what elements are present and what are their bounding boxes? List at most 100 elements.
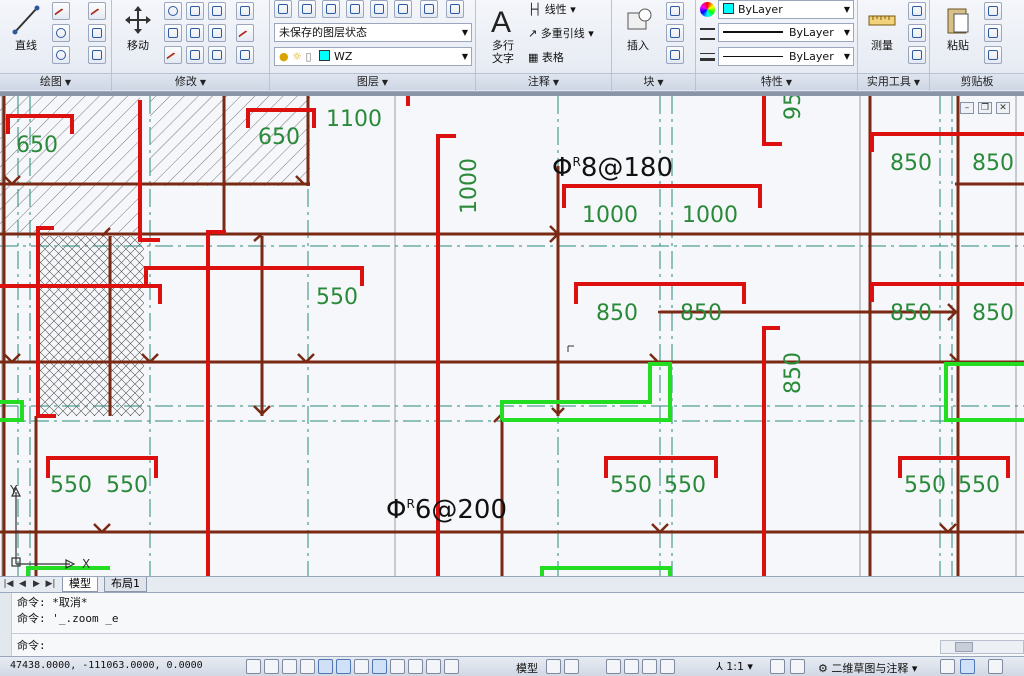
lineweight-dropdown[interactable]: ByLayer ▼ <box>718 47 854 66</box>
layer-walk-icon[interactable] <box>446 0 464 18</box>
circle-icon[interactable] <box>52 24 70 42</box>
move-button[interactable]: 移动 <box>116 2 160 70</box>
id-point-icon[interactable] <box>908 24 926 42</box>
command-scrollbar[interactable] <box>940 640 1024 654</box>
fillet-icon[interactable] <box>186 24 204 42</box>
drawing-viewport[interactable]: 650 650 1100 1000 95 850 850 1000 1000 5… <box>0 92 1024 576</box>
calculator-icon[interactable] <box>908 46 926 64</box>
first-tab-icon[interactable]: |◀ <box>2 578 15 591</box>
layer-match-icon[interactable] <box>298 0 316 18</box>
command-prompt[interactable]: 命令: <box>17 637 46 653</box>
color-dropdown[interactable]: ByLayer ▼ <box>718 0 854 19</box>
layer-state-dropdown[interactable]: 未保存的图层状态 ▼ <box>274 23 472 42</box>
properties-panel-title[interactable]: 特性 ▼ <box>696 73 857 90</box>
create-block-icon[interactable] <box>666 2 684 20</box>
hatch-icon[interactable] <box>88 46 106 64</box>
layer-isolate-icon[interactable] <box>346 0 364 18</box>
copy-icon[interactable] <box>236 2 254 20</box>
3d-osnap-icon[interactable] <box>354 659 369 674</box>
workspace-switch[interactable]: ⚙ 二维草图与注释 ▾ <box>818 660 917 676</box>
layer-lock-icon[interactable] <box>420 0 438 18</box>
autocad-window: 直线 绘图 ▼ 移动 修改 ▼ 未保存的图层状态 ▼ ● ☼ ▯ WZ ▼ 图层… <box>0 0 1024 676</box>
block-panel-title[interactable]: 块 ▼ <box>612 73 695 90</box>
layer-previous-icon[interactable] <box>322 0 340 18</box>
mtext-button[interactable]: A 多行 文字 <box>480 2 526 70</box>
showmotion-icon[interactable] <box>660 659 675 674</box>
model-space-button[interactable]: 模型 <box>516 660 538 676</box>
pan-icon[interactable] <box>606 659 621 674</box>
linetype-icon[interactable] <box>700 28 715 40</box>
grid-display-icon[interactable] <box>282 659 297 674</box>
rotate-icon[interactable] <box>164 2 182 20</box>
annotation-panel-title[interactable]: 注释 ▼ <box>476 73 611 90</box>
quick-select-icon[interactable] <box>908 2 926 20</box>
erase-icon[interactable] <box>208 2 226 20</box>
extend-icon[interactable] <box>236 24 254 44</box>
hardware-acceleration-icon[interactable] <box>960 659 975 674</box>
layers-panel-title[interactable]: 图层 ▼ <box>270 73 475 90</box>
color-wheel-icon[interactable] <box>700 2 715 17</box>
rectangle-icon[interactable] <box>88 24 106 42</box>
lineweight-icon[interactable] <box>700 53 715 61</box>
measure-button[interactable]: 测量 <box>860 2 904 70</box>
edit-attributes-icon[interactable] <box>666 46 684 64</box>
mleader-button[interactable]: ↗ 多重引线 ▾ <box>528 25 594 41</box>
utilities-panel-title[interactable]: 实用工具 ▼ <box>858 73 929 90</box>
linetype-dropdown[interactable]: ByLayer ▼ <box>718 23 854 42</box>
scale-icon[interactable] <box>186 46 204 64</box>
viewport-minimize-button[interactable]: – <box>960 102 974 114</box>
annotation-scale[interactable]: ⅄ 1:1 ▾ <box>716 660 753 673</box>
toolbar-lock-icon[interactable] <box>940 659 955 674</box>
match-properties-icon[interactable] <box>984 46 1002 64</box>
line-button[interactable]: 直线 <box>4 2 48 70</box>
array-icon[interactable] <box>208 46 226 64</box>
next-tab-icon[interactable]: ▶ <box>30 578 43 591</box>
quick-properties-icon[interactable] <box>444 659 459 674</box>
status-menu-icon[interactable] <box>988 659 1003 674</box>
object-snap-icon[interactable] <box>336 659 351 674</box>
copy-clip-icon[interactable] <box>984 24 1002 42</box>
annotation-visibility-icon[interactable] <box>770 659 785 674</box>
dynamic-ucs-icon[interactable] <box>390 659 405 674</box>
clipboard-panel-title[interactable]: 剪贴板 <box>930 73 1024 90</box>
quick-view-drawings-icon[interactable] <box>564 659 579 674</box>
trim-icon[interactable] <box>186 2 204 20</box>
object-snap-tracking-icon[interactable] <box>372 659 387 674</box>
quick-view-layouts-icon[interactable] <box>546 659 561 674</box>
tab-model[interactable]: 模型 <box>62 577 98 592</box>
offset-icon[interactable] <box>236 46 254 64</box>
explode-icon[interactable] <box>208 24 226 42</box>
auto-scale-icon[interactable] <box>790 659 805 674</box>
mirror-icon[interactable] <box>164 24 182 42</box>
layer-freeze-icon[interactable] <box>394 0 412 18</box>
ellipse-icon[interactable] <box>52 46 70 64</box>
table-button[interactable]: ▦ 表格 <box>528 49 564 65</box>
steering-wheel-icon[interactable] <box>642 659 657 674</box>
cut-icon[interactable] <box>984 2 1002 20</box>
stretch-icon[interactable] <box>164 46 182 66</box>
tab-layout1[interactable]: 布局1 <box>104 577 147 592</box>
ortho-mode-icon[interactable] <box>300 659 315 674</box>
polar-tracking-icon[interactable] <box>318 659 333 674</box>
dim-text: 850 <box>972 301 1014 326</box>
modify-panel-title[interactable]: 修改 ▼ <box>112 73 269 90</box>
draw-panel-title[interactable]: 绘图 ▼ <box>0 73 111 90</box>
prev-tab-icon[interactable]: ◀ <box>16 578 29 591</box>
polyline-icon[interactable] <box>52 2 70 22</box>
arc-icon[interactable] <box>88 2 106 22</box>
lineweight-toggle-icon[interactable] <box>426 659 441 674</box>
dynamic-input-icon[interactable] <box>408 659 423 674</box>
viewport-restore-button[interactable]: ❐ <box>978 102 992 114</box>
zoom-icon[interactable] <box>624 659 639 674</box>
current-layer-dropdown[interactable]: ● ☼ ▯ WZ ▼ <box>274 47 472 66</box>
linear-dim-button[interactable]: ├┤ 线性 ▾ <box>528 1 576 17</box>
infer-constraints-icon[interactable] <box>246 659 261 674</box>
layer-properties-icon[interactable] <box>274 0 292 18</box>
snap-mode-icon[interactable] <box>264 659 279 674</box>
viewport-close-button[interactable]: ✕ <box>996 102 1010 114</box>
insert-button[interactable]: 插入 <box>616 2 660 70</box>
layer-off-icon[interactable] <box>370 0 388 18</box>
edit-block-icon[interactable] <box>666 24 684 42</box>
paste-button[interactable]: 粘贴 <box>936 2 980 70</box>
last-tab-icon[interactable]: ▶| <box>44 578 57 591</box>
